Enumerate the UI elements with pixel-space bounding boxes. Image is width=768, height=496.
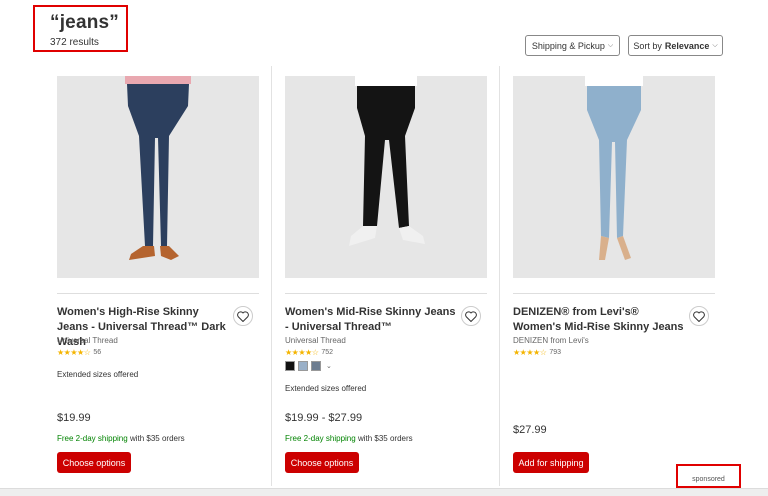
shipping-pickup-filter-button[interactable]: Shipping & Pickup ⌵ [525,35,620,56]
shipping-note: Free 2-day shipping with $35 orders [57,434,185,443]
bottom-scroll-bar [0,488,768,496]
chevron-down-icon[interactable]: ⌄ [326,362,332,370]
product-image[interactable] [513,76,715,278]
product-title[interactable]: Women's Mid-Rise Skinny Jeans - Universa… [285,305,457,335]
star-rating-icon: ★★★★☆ [513,348,547,357]
shipping-pickup-label: Shipping & Pickup [531,40,605,51]
choose-options-button[interactable]: Choose options [285,452,359,473]
rating-count: 793 [549,349,562,356]
shipping-condition: with $35 orders [127,434,185,443]
chevron-down-icon: ⌵ [607,41,614,49]
product-brand[interactable]: Universal Thread [285,336,346,345]
favorite-button[interactable] [689,306,709,326]
result-count: 372 results [50,37,99,48]
star-rating-icon: ★★★★☆ [285,348,319,357]
column-divider [499,66,500,486]
color-swatch[interactable] [285,361,295,371]
product-card[interactable]: Women's High-Rise Skinny Jeans - Univers… [57,66,267,486]
column-divider [271,66,272,486]
jeans-model-image [285,76,487,278]
favorite-button[interactable] [461,306,481,326]
product-rating[interactable]: ★★★★☆ 752 [285,348,333,357]
chevron-down-icon: ⌵ [712,41,718,49]
jeans-model-image [513,76,715,278]
sponsored-label-highlight: sponsored [676,464,741,488]
heart-icon [237,310,249,322]
sort-prefix: Sort by [633,40,662,51]
shipping-note: Free 2-day shipping with $35 orders [285,434,413,443]
extended-sizes-note: Extended sizes offered [285,384,367,393]
product-rating[interactable]: ★★★★☆ 56 [57,348,101,357]
product-rating[interactable]: ★★★★☆ 793 [513,348,561,357]
product-image[interactable] [285,76,487,278]
product-brand[interactable]: Universal Thread [57,336,118,345]
add-for-shipping-button[interactable]: Add for shipping [513,452,589,473]
jeans-model-image [57,76,259,278]
product-brand[interactable]: DENIZEN from Levi's [513,336,589,345]
heart-icon [465,310,477,322]
extended-sizes-note: Extended sizes offered [57,370,139,379]
sort-value: Relevance [664,40,710,51]
product-title[interactable]: DENIZEN® from Levi's® Women's Mid-Rise S… [513,305,685,335]
color-swatch[interactable] [311,361,321,371]
color-swatch[interactable] [298,361,308,371]
product-card[interactable]: DENIZEN® from Levi's® Women's Mid-Rise S… [513,66,723,486]
color-swatches: ⌄ [285,361,332,371]
rating-count: 56 [93,349,102,356]
image-separator [285,293,487,294]
sort-by-button[interactable]: Sort by Relevance ⌵ [628,35,723,56]
product-card[interactable]: Women's Mid-Rise Skinny Jeans - Universa… [285,66,495,486]
rating-count: 752 [321,349,334,356]
product-price: $27.99 [513,424,547,436]
free-shipping-label: Free 2-day shipping [57,434,128,443]
product-price: $19.99 [57,412,91,424]
free-shipping-label: Free 2-day shipping [285,434,356,443]
favorite-button[interactable] [233,306,253,326]
product-image[interactable] [57,76,259,278]
sponsored-label: sponsored [692,476,725,483]
shipping-condition: with $35 orders [355,434,413,443]
star-rating-icon: ★★★★☆ [57,348,91,357]
search-query-title: “jeans” [50,12,119,33]
heart-icon [693,310,705,322]
choose-options-button[interactable]: Choose options [57,452,131,473]
product-price: $19.99 - $27.99 [285,412,363,424]
image-separator [57,293,259,294]
image-separator [513,293,715,294]
